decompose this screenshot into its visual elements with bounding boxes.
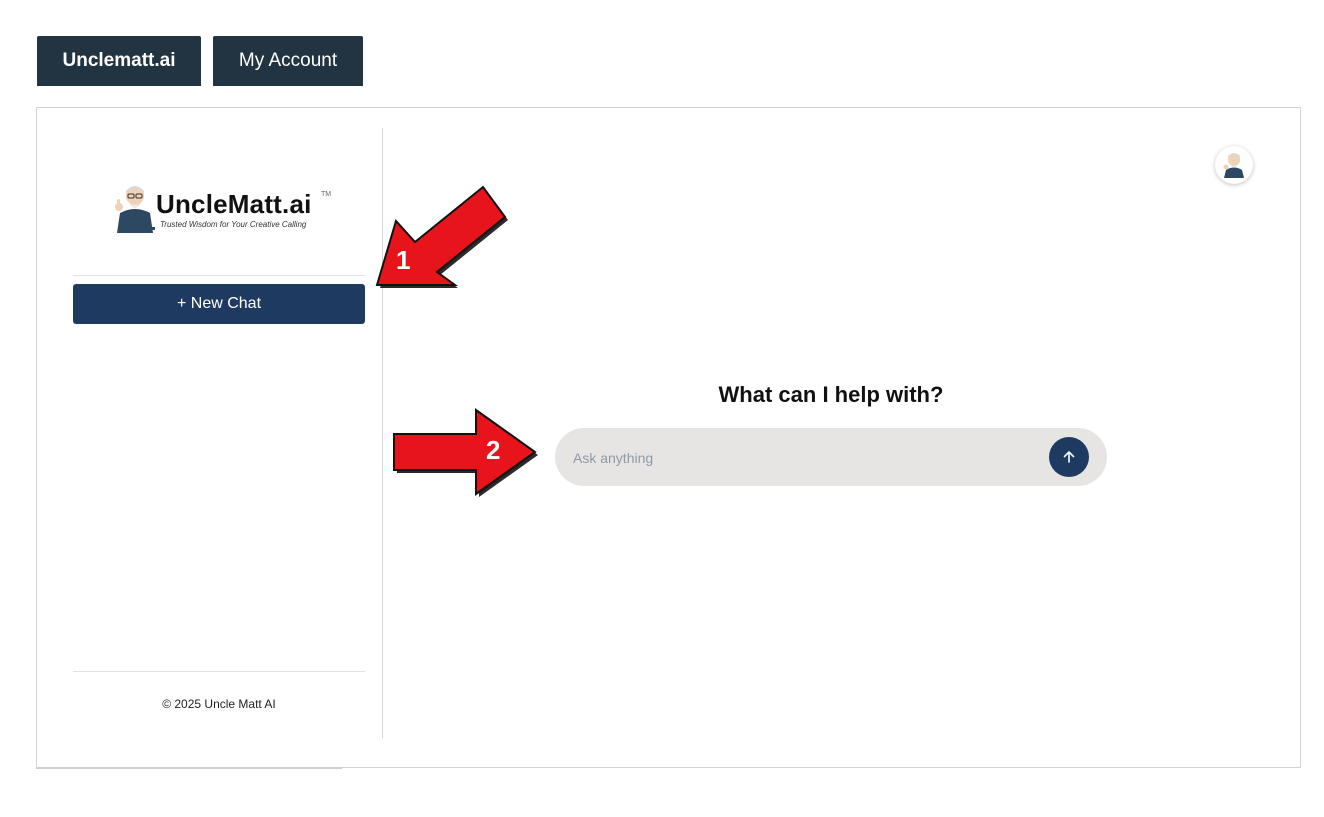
uncle-matt-avatar-icon: [1223, 153, 1244, 178]
prompt-heading: What can I help with?: [718, 382, 944, 407]
annotation-arrow-1-icon: [375, 185, 508, 288]
sidebar: UncleMatt.ai TM Trusted Wisdom for Your …: [37, 128, 383, 738]
sidebar-divider: [73, 275, 365, 276]
top-tabs: Unclematt.ai My Account: [37, 36, 363, 86]
send-button[interactable]: [1049, 437, 1089, 477]
app-frame: UncleMatt.ai TM Trusted Wisdom for Your …: [36, 107, 1301, 768]
annotation-arrow-2-icon: [393, 408, 538, 497]
annotation-number-1: 1: [396, 245, 411, 275]
logo-wordmark: UncleMatt.ai: [156, 189, 312, 219]
annotation-number-2: 2: [486, 435, 501, 465]
logo-trademark: TM: [321, 191, 332, 198]
copyright-text: © 2025 Uncle Matt AI: [162, 697, 276, 711]
logo-tagline: Trusted Wisdom for Your Creative Calling: [160, 220, 307, 229]
new-chat-button[interactable]: + New Chat: [73, 284, 365, 324]
footer-divider: [73, 671, 365, 672]
ask-box: [555, 428, 1107, 488]
user-avatar[interactable]: [1215, 146, 1253, 184]
arrow-up-icon: [1063, 451, 1075, 463]
tab-my-account[interactable]: My Account: [213, 36, 363, 86]
uncle-matt-mascot-icon: [115, 186, 155, 233]
frame-underline: [36, 767, 342, 769]
ask-input[interactable]: [571, 428, 1045, 488]
tab-unclematt[interactable]: Unclematt.ai: [37, 36, 201, 86]
logo: UncleMatt.ai TM Trusted Wisdom for Your …: [111, 183, 331, 239]
